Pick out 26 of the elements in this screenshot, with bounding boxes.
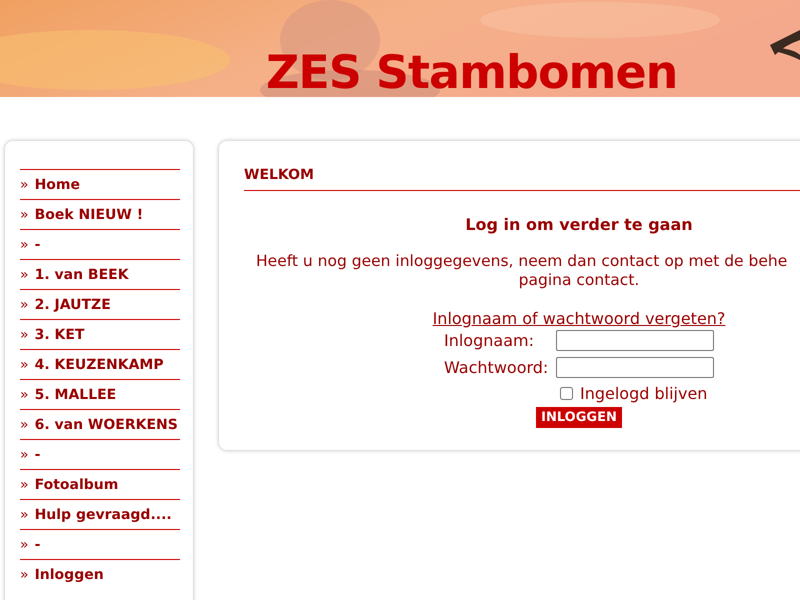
sidebar-item[interactable]: » 4. KEUZENKAMP — [20, 349, 180, 379]
sidebar-item[interactable]: » 5. MALLEE — [20, 379, 180, 409]
sidebar-item[interactable]: » Inloggen — [20, 559, 180, 589]
sidebar-item[interactable]: » 6. van WOERKENS — [20, 409, 180, 439]
remember-checkbox[interactable] — [560, 387, 573, 400]
intro-text: Heeft u nog geen inloggegevens, neem dan contact op met de behe pagina contact. — [255, 252, 788, 290]
field-label: Wachtwoord: — [444, 358, 550, 377]
sidebar-item[interactable]: » Boek NIEUW ! — [20, 199, 180, 229]
login-button[interactable]: INLOGGEN — [536, 407, 622, 428]
sidebar-item[interactable]: » Hulp gevraagd.... — [20, 499, 180, 529]
input-field[interactable] — [556, 357, 714, 378]
sidebar-item[interactable]: » 3. KET — [20, 319, 180, 349]
site-title: ZES Stambomen — [266, 44, 678, 97]
checkbox-label: Ingelogd blijven — [580, 384, 708, 403]
sidebar-item[interactable]: » - — [20, 529, 180, 559]
input-field[interactable] — [556, 330, 714, 351]
login-title: Log in om verder te gaan — [465, 215, 693, 234]
sidebar-item[interactable]: » 2. JAUTZE — [20, 289, 180, 319]
sidebar-item[interactable]: » Home — [20, 169, 180, 199]
field-label: Inlognaam: — [444, 331, 535, 350]
forgot-link[interactable]: Inlognaam of wachtwoord vergeten? — [432, 309, 726, 328]
sidebar-item[interactable]: » 1. van BEEK — [20, 259, 180, 289]
section-heading: WELKOM — [244, 167, 800, 191]
sidebar-item[interactable]: » Fotoalbum — [20, 469, 180, 499]
sidebar-item[interactable]: » - — [20, 439, 180, 469]
sidebar-item[interactable]: » - — [20, 229, 180, 259]
